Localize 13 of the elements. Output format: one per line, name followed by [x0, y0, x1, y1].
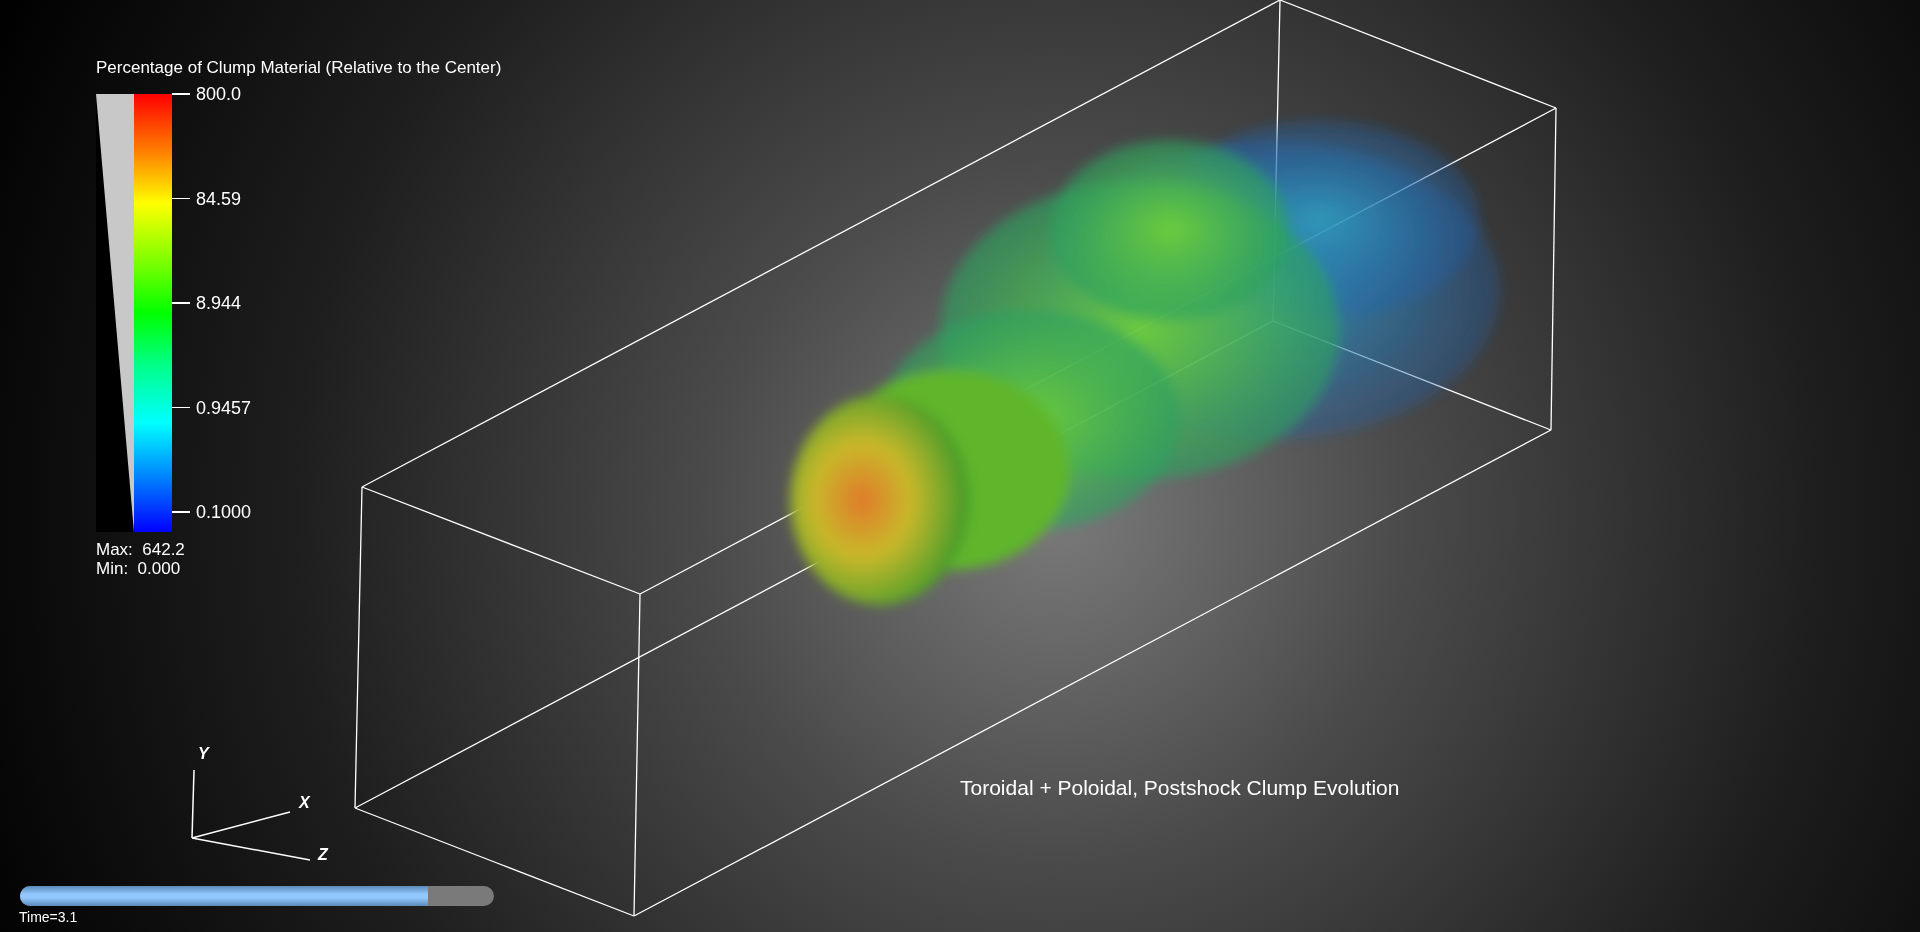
tick-label: 0.1000	[196, 502, 252, 522]
legend-title: Percentage of Clump Material (Relative to the Center)	[96, 58, 502, 78]
tick-label: 0.9457	[196, 397, 252, 418]
max-value: Max: 642.2	[96, 540, 186, 559]
axis-label: Z	[318, 846, 328, 864]
axis-label: Y	[198, 745, 209, 763]
time-label: Time=3.1	[19, 909, 78, 925]
min-value: Min: 0.000	[96, 559, 182, 578]
plot-caption: Toroidal + Poloidal, Postshock Clump Evolution	[960, 775, 1400, 801]
tick-label: 800.0	[196, 84, 242, 104]
tick-label: 84.59	[196, 188, 242, 209]
axis-label: X	[299, 794, 310, 812]
tick-label: 8.944	[196, 293, 242, 313]
